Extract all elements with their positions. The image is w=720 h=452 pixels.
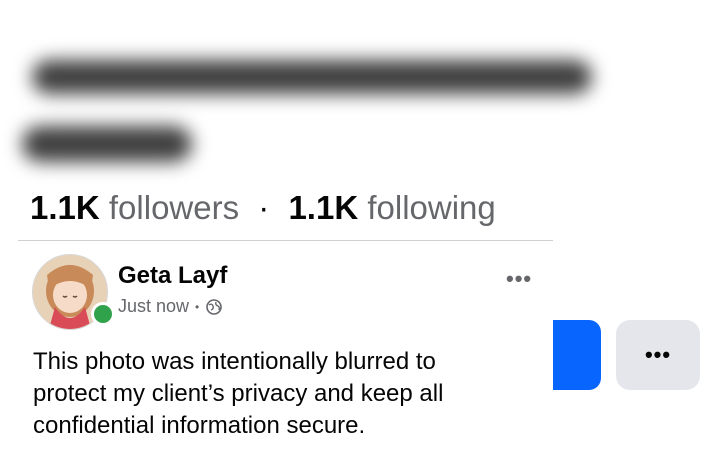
- post-more-options-icon[interactable]: •••: [506, 266, 532, 292]
- blurred-profile-name: [22, 40, 622, 180]
- stats-separator: ·: [258, 189, 270, 226]
- post-meta: Just now •: [118, 296, 223, 317]
- primary-action-button[interactable]: [553, 320, 601, 390]
- more-options-button[interactable]: •••: [616, 320, 700, 390]
- divider: [18, 240, 553, 241]
- followers-label[interactable]: followers: [109, 189, 239, 226]
- post-text: This photo was intentionally blurred to …: [33, 348, 444, 439]
- followers-count[interactable]: 1.1K: [30, 189, 100, 226]
- meta-separator: •: [195, 299, 200, 314]
- follow-stats: 1.1K followers · 1.1K following: [30, 187, 496, 229]
- post-author[interactable]: Geta Layf: [118, 262, 227, 290]
- more-horizontal-icon: •••: [644, 342, 672, 367]
- post-timestamp[interactable]: Just now: [118, 296, 189, 317]
- globe-icon[interactable]: [205, 298, 223, 316]
- online-status-dot: [91, 302, 115, 326]
- following-count[interactable]: 1.1K: [288, 189, 358, 226]
- following-label[interactable]: following: [367, 189, 495, 226]
